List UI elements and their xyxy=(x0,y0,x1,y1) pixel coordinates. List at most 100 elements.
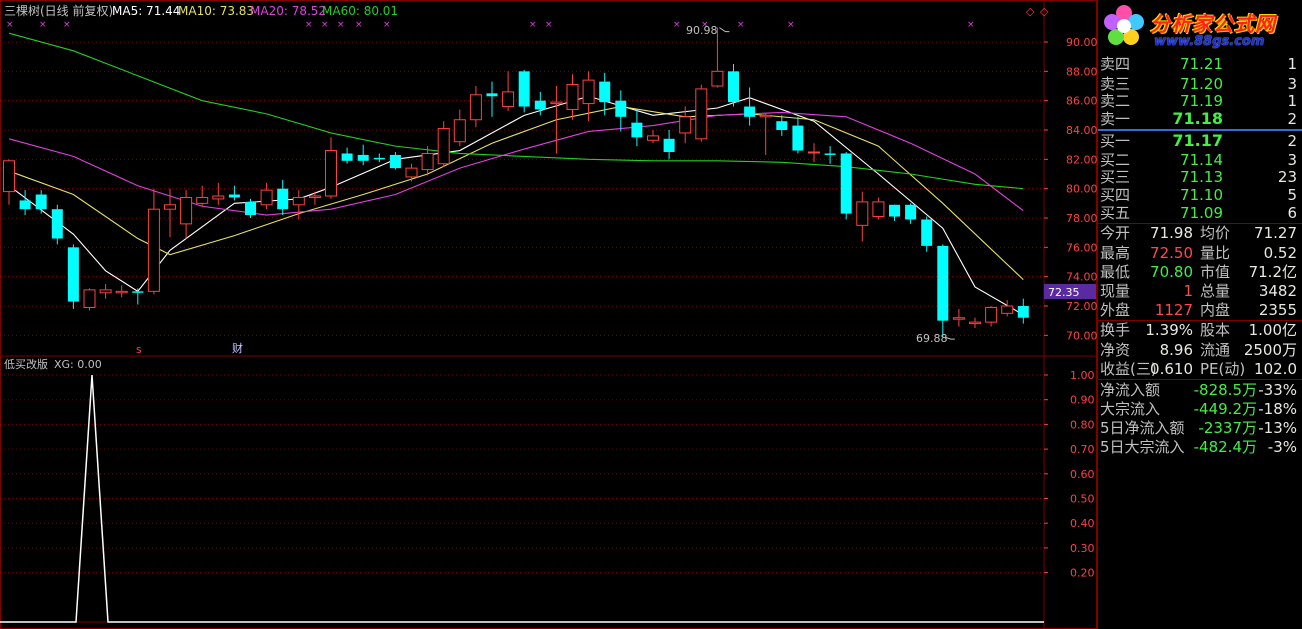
diamond-icon-2[interactable]: ◇ xyxy=(1040,5,1049,18)
bid-volume: 2 xyxy=(1287,132,1297,150)
candle-body xyxy=(437,128,450,165)
price-tick-label: 76.00 xyxy=(1066,241,1097,254)
stat-row: 现量 1 总量 3482 xyxy=(1100,281,1301,301)
flow-percent: -3% xyxy=(1267,438,1297,456)
stat-value: 70.80 xyxy=(1150,263,1193,281)
candle-body xyxy=(228,194,240,198)
ma-line-ma5 xyxy=(8,95,1024,316)
fundamental-row: 收益(三) 0.610 PE(动) 102.0 xyxy=(1100,359,1301,379)
candle-body xyxy=(952,317,965,320)
candle xyxy=(744,87,756,126)
stat-row: 外盘 1127 内盘 2355 xyxy=(1100,300,1301,320)
ask-price: 71.21 xyxy=(1180,55,1223,73)
bid-volume: 6 xyxy=(1287,204,1297,222)
ask-label: 卖二 xyxy=(1100,92,1131,110)
candle-body xyxy=(245,201,256,216)
flow-label: 大宗流入 xyxy=(1100,400,1161,418)
flow-amount: -828.5万 xyxy=(1193,381,1257,399)
ma60-label: MA60: 80.01 xyxy=(322,4,398,18)
candle-body xyxy=(67,247,79,302)
candle-body xyxy=(566,84,579,110)
candle-body xyxy=(518,71,530,107)
candle xyxy=(502,71,515,111)
bid-row-1: 买一 71.17 2 xyxy=(1100,131,1301,151)
diamond-icon[interactable]: ◇ xyxy=(1026,5,1035,18)
top-signal-marker: × xyxy=(39,20,47,30)
price-tick-label: 88.00 xyxy=(1066,65,1097,78)
top-signal-marker: × xyxy=(545,20,553,30)
flow-percent: -33% xyxy=(1258,381,1297,399)
candle-body xyxy=(937,245,949,321)
candle-body xyxy=(19,200,31,210)
event-marker-cai[interactable]: 财 xyxy=(232,341,243,355)
candle xyxy=(83,288,96,311)
ma20-label: MA20: 78.52 xyxy=(250,4,326,18)
indicator-title: 低买改版 xyxy=(4,357,48,371)
stat-label: 内盘 xyxy=(1200,301,1231,319)
site-logo: 分析家公式网 www.88gs.com xyxy=(1098,0,1302,52)
stat-label: 流通 xyxy=(1200,341,1231,359)
candle-body xyxy=(599,81,611,103)
bid-volume: 5 xyxy=(1287,186,1297,204)
candle-body xyxy=(679,116,692,134)
candle xyxy=(985,306,998,327)
bid-row-4: 买四 71.10 5 xyxy=(1100,185,1301,205)
bid-price: 71.09 xyxy=(1180,204,1223,222)
price-tick-label: 84.00 xyxy=(1066,124,1097,137)
candle-body xyxy=(357,154,369,161)
event-marker-s[interactable]: s xyxy=(136,343,142,356)
price-tick-label: 80.00 xyxy=(1066,183,1097,196)
candle-body xyxy=(615,100,627,117)
candle xyxy=(51,204,63,245)
stat-value: 0.52 xyxy=(1263,244,1297,262)
stat-value: 1 xyxy=(1183,282,1193,300)
candle-body xyxy=(325,150,337,197)
candle-body xyxy=(180,196,193,225)
stat-value: 0.610 xyxy=(1150,360,1193,378)
stat-value: 72.50 xyxy=(1150,244,1193,262)
candle-body xyxy=(35,194,47,210)
stat-value: 102.0 xyxy=(1254,360,1297,378)
price-tick-label: 70.00 xyxy=(1066,329,1097,342)
candle xyxy=(228,185,240,201)
candle-body xyxy=(115,290,128,294)
candle xyxy=(969,317,981,328)
ask-volume: 2 xyxy=(1287,110,1297,128)
top-signal-marker: × xyxy=(355,20,363,30)
candle-body xyxy=(83,289,96,308)
stat-value: 8.96 xyxy=(1159,341,1193,359)
candle-body xyxy=(469,94,482,121)
candle xyxy=(325,137,337,199)
candle-body xyxy=(308,195,321,198)
candle xyxy=(1017,298,1029,324)
bid-row-3: 买三 71.13 23 xyxy=(1100,167,1301,187)
top-signal-marker: × xyxy=(383,20,391,30)
kline-chart[interactable]: 90.00 88.00 86.00 84.00 82.00 80.00 78.00 76.00… xyxy=(0,0,1097,629)
candle-body xyxy=(453,119,466,143)
candle-body xyxy=(260,189,273,206)
candle xyxy=(180,190,193,239)
candle-body xyxy=(212,195,225,200)
candle-body xyxy=(889,204,900,217)
stat-value: 2500万 xyxy=(1243,341,1297,359)
candle xyxy=(115,285,128,298)
candle-body xyxy=(808,151,820,154)
stat-label: 收益(三) xyxy=(1100,360,1157,378)
flow-label: 5日大宗流入 xyxy=(1100,438,1185,456)
candle xyxy=(808,143,820,163)
flow-percent: -13% xyxy=(1258,419,1297,437)
price-tick-label: 82.00 xyxy=(1066,153,1097,166)
price-tick-label: 72.00 xyxy=(1066,300,1097,313)
candle xyxy=(357,144,369,166)
candle-body xyxy=(147,208,160,292)
ask-row-1: 卖一 71.18 2 xyxy=(1100,109,1301,129)
flow-amount: -449.2万 xyxy=(1193,400,1257,418)
bid-volume: 23 xyxy=(1277,168,1297,186)
indicator-tick-label: 0.80 xyxy=(1070,418,1095,431)
ma-line-ma20 xyxy=(8,111,1024,216)
candle-body xyxy=(582,79,595,105)
candle xyxy=(856,191,869,242)
candle xyxy=(518,69,530,113)
candle-body xyxy=(341,153,353,161)
ask-label: 卖四 xyxy=(1100,55,1131,73)
